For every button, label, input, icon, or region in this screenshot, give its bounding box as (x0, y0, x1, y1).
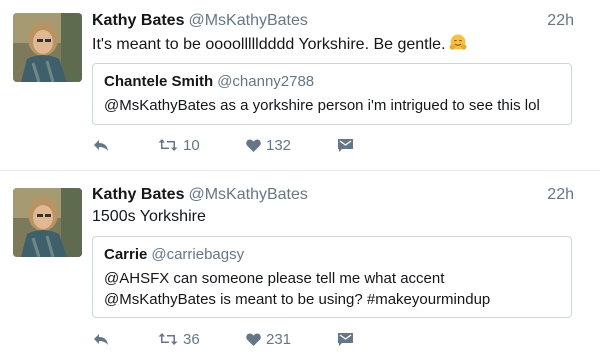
like-button[interactable]: 231 (246, 329, 291, 349)
quoted-tweet[interactable]: Chantele Smith @channy2788 @MsKathyBates … (92, 63, 572, 125)
quoted-text-line: @MsKathyBates as a yorkshire person i'm … (104, 97, 540, 114)
quoted-tweet-header: Carrie @carriebagsy (104, 246, 244, 263)
direct-message-icon (338, 138, 353, 152)
retweet-count: 36 (183, 330, 200, 348)
like-button[interactable]: 132 (246, 135, 291, 155)
quoted-author-name: Chantele Smith (104, 73, 214, 90)
quoted-tweet[interactable]: Carrie @carriebagsy @AHSFX can someone pl… (92, 236, 572, 318)
heart-icon (246, 138, 261, 152)
quoted-author-handle: @channy2788 (217, 73, 315, 90)
quoted-author-name: Carrie (104, 246, 148, 263)
tweet-text-body: It's meant to be oooollllldddd Yorkshire… (92, 36, 446, 53)
tweet-text: 1500s Yorkshire (92, 208, 206, 225)
timestamp[interactable]: 22h (547, 186, 574, 204)
author-handle[interactable]: @MsKathyBates (188, 186, 307, 203)
tweet[interactable]: Kathy Bates @MsKathyBates 22h It's meant … (0, 0, 600, 170)
reply-button[interactable] (93, 329, 109, 349)
retweet-button[interactable]: 36 (158, 329, 200, 349)
avatar[interactable] (13, 13, 82, 82)
author-handle[interactable]: @MsKathyBates (188, 12, 307, 29)
tweet-header: Kathy Bates @MsKathyBates (92, 12, 308, 30)
quoted-text-line: @AHSFX can someone please tell me what a… (104, 270, 445, 287)
reply-button[interactable] (93, 135, 109, 155)
retweet-count: 10 (183, 136, 200, 154)
reply-icon (94, 334, 108, 345)
reply-icon (94, 140, 108, 151)
like-count: 231 (266, 330, 292, 348)
quoted-text-line: @MsKathyBates is meant to be using? #mak… (104, 291, 491, 308)
hugging-face-emoji-icon (449, 34, 467, 52)
quoted-author-handle: @carriebagsy (151, 246, 245, 263)
direct-message-button[interactable] (338, 135, 353, 155)
quoted-tweet-text: @AHSFX can someone please tell me what a… (104, 268, 490, 310)
like-count: 132 (266, 136, 292, 154)
direct-message-icon (338, 332, 353, 346)
retweet-button[interactable]: 10 (158, 135, 200, 155)
tweet-divider (0, 170, 600, 171)
quoted-tweet-text: @MsKathyBates as a yorkshire person i'm … (104, 95, 540, 116)
timestamp[interactable]: 22h (547, 12, 574, 30)
direct-message-button[interactable] (338, 329, 353, 349)
retweet-icon (158, 333, 178, 345)
avatar[interactable] (13, 188, 82, 257)
tweet-text: It's meant to be oooollllldddd Yorkshire… (92, 34, 467, 54)
tweet-header: Kathy Bates @MsKathyBates (92, 186, 308, 204)
retweet-icon (158, 139, 178, 151)
quoted-tweet-header: Chantele Smith @channy2788 (104, 73, 314, 90)
author-name[interactable]: Kathy Bates (92, 186, 184, 203)
author-name[interactable]: Kathy Bates (92, 12, 184, 29)
tweet[interactable]: Kathy Bates @MsKathyBates 22h 1500s Yorks… (0, 172, 600, 356)
heart-icon (246, 332, 261, 346)
